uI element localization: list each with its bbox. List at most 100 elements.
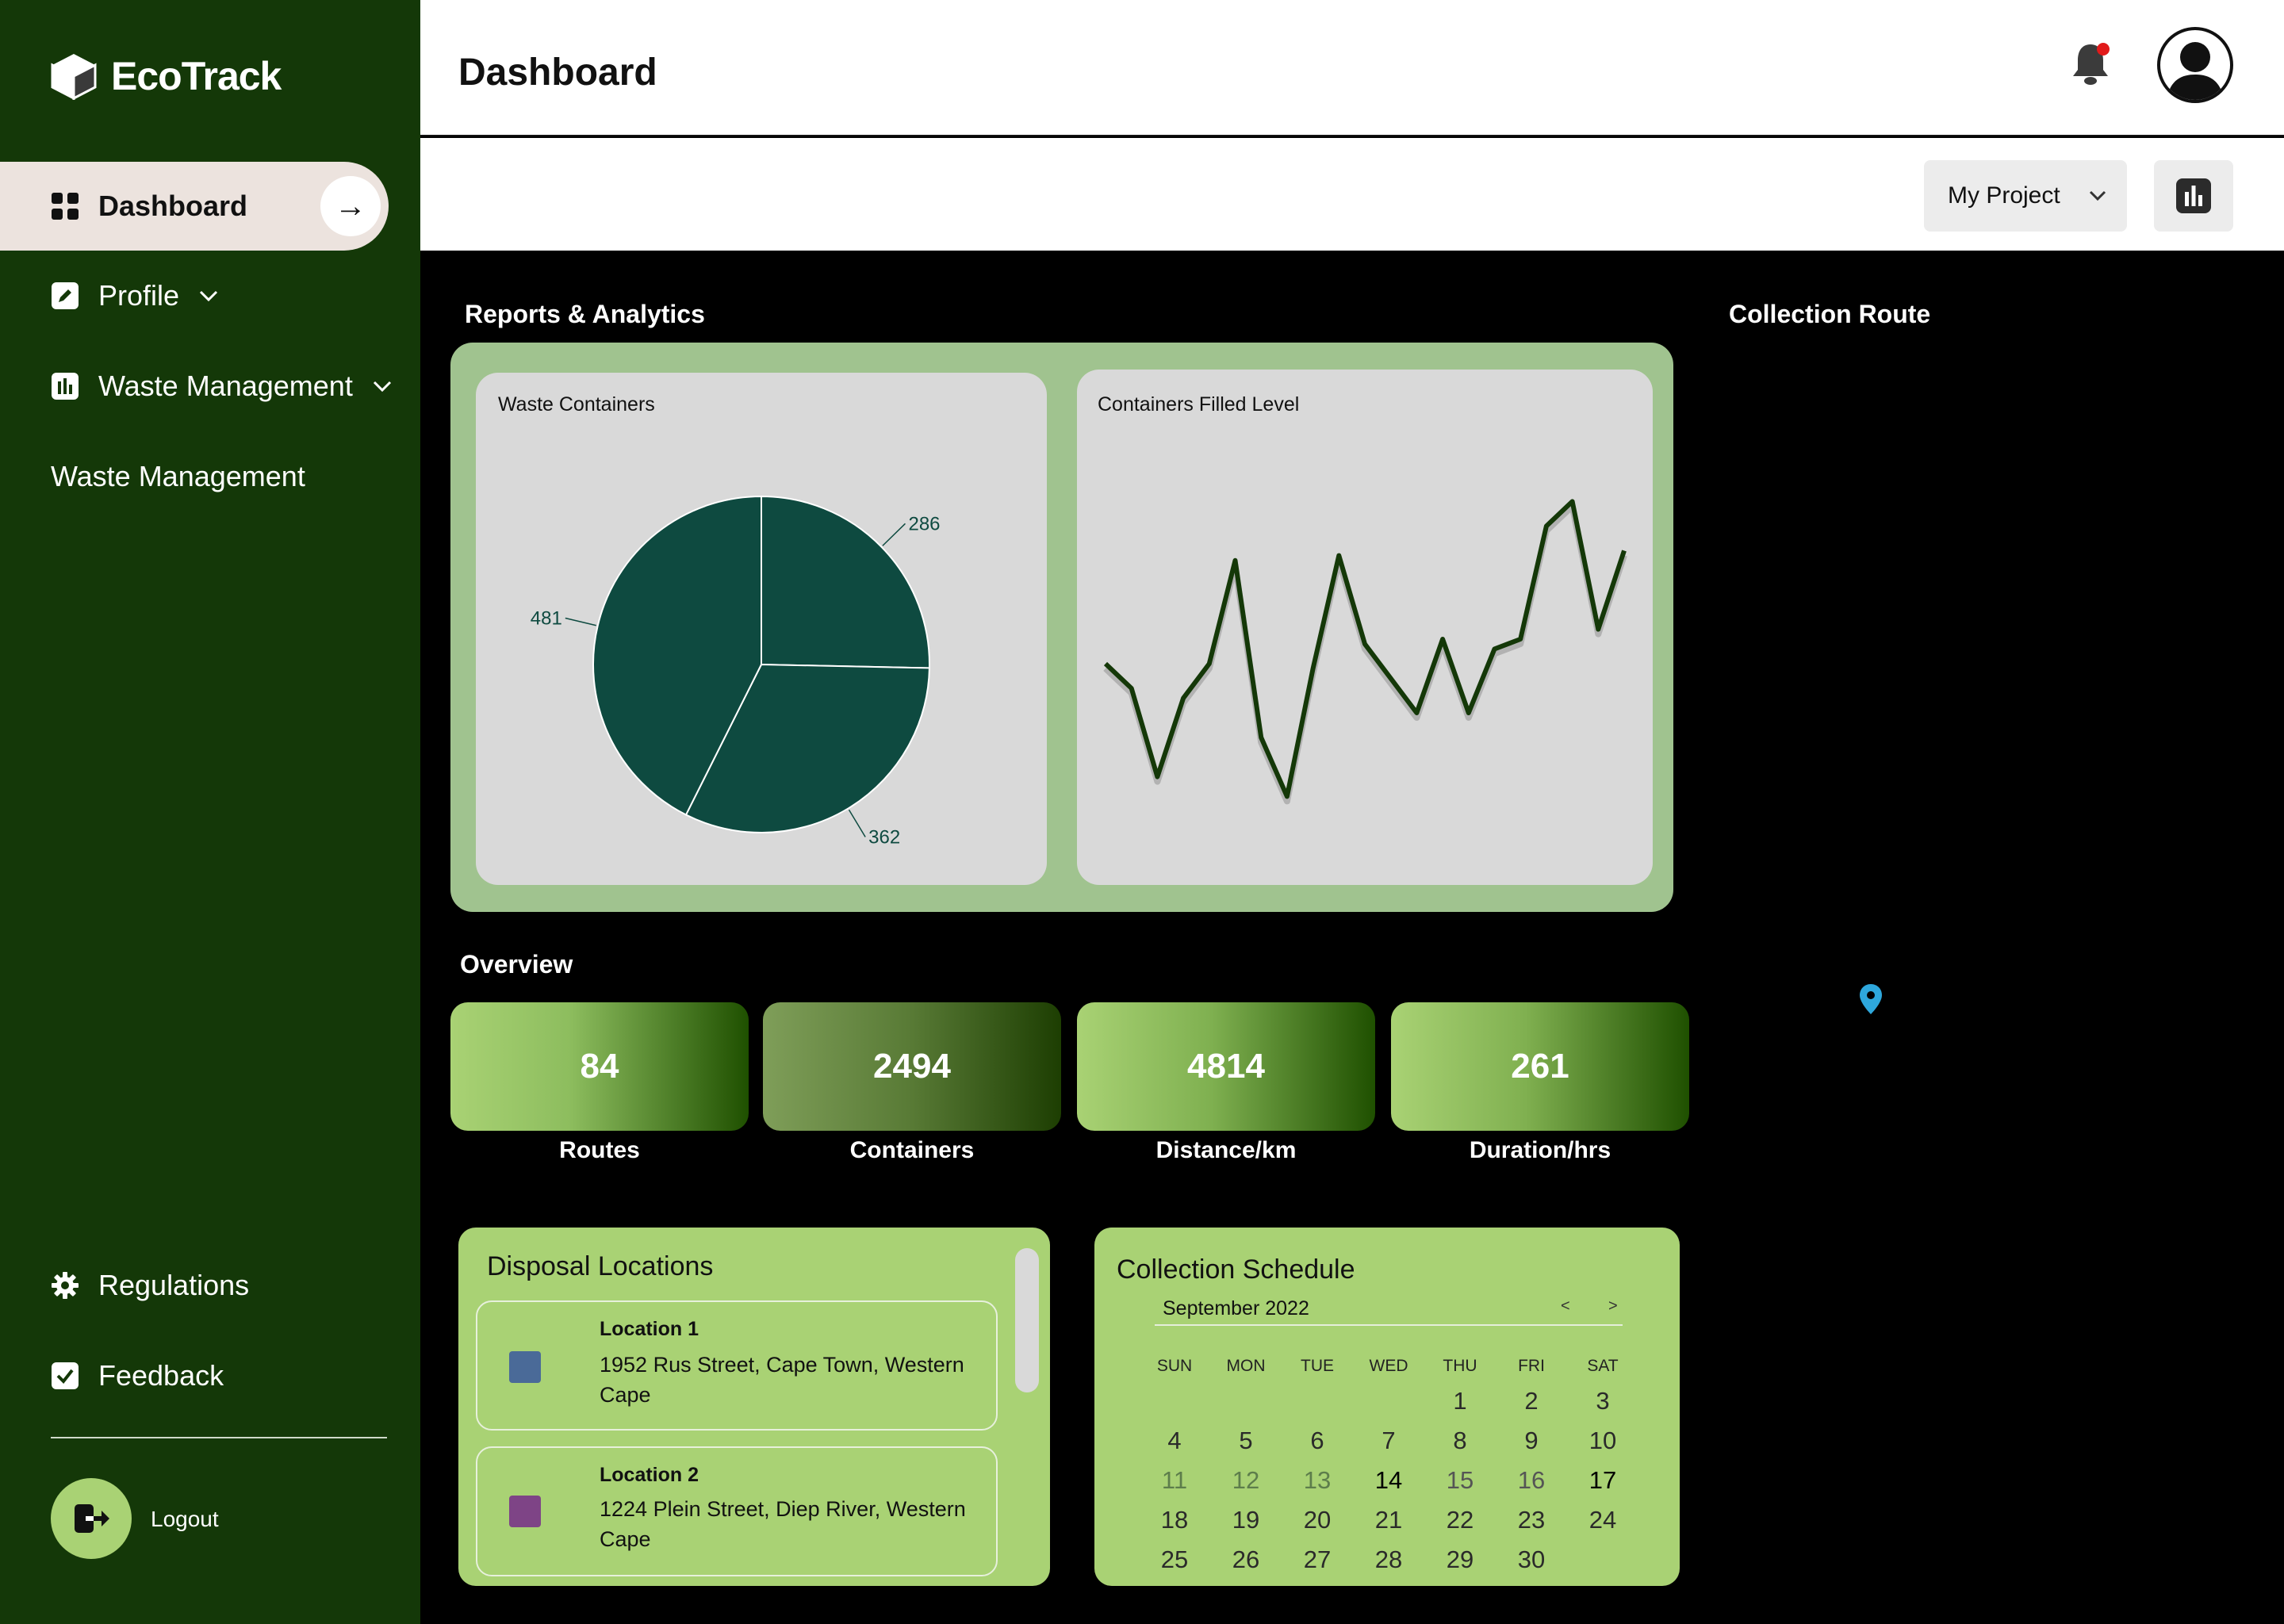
sidebar-item-label: Dashboard [98, 190, 248, 222]
sidebar-item-feedback[interactable]: Feedback [51, 1359, 224, 1392]
sidebar-item-label: Feedback [98, 1359, 224, 1392]
avatar[interactable] [2157, 27, 2233, 103]
reports-panel: Waste Containers 286 362 481 Containers Fi… [450, 343, 1673, 912]
calendar-day[interactable]: 12 [1210, 1466, 1282, 1495]
disposal-locations-panel: Disposal Locations Location 1 1952 Rus S… [458, 1228, 1050, 1586]
duration-tile[interactable]: 261 [1391, 1002, 1689, 1131]
cube-icon [51, 54, 97, 100]
chevron-down-icon[interactable] [198, 288, 219, 304]
analytics-button[interactable] [2154, 160, 2233, 232]
sidebar-item-profile[interactable]: Profile [51, 279, 219, 312]
reports-title: Reports & Analytics [465, 300, 705, 328]
routes-tile[interactable]: 84 [450, 1002, 749, 1131]
location-address: 1224 Plein Street, Diep River, Western C… [600, 1497, 966, 1551]
calendar-divider [1155, 1324, 1623, 1326]
calendar-day[interactable]: 7 [1353, 1427, 1424, 1455]
pie-label-leader [848, 809, 866, 837]
calendar-day[interactable]: 15 [1424, 1466, 1496, 1495]
logout-button[interactable] [51, 1478, 132, 1559]
location-card[interactable]: Location 2 1224 Plein Street, Diep River… [476, 1446, 998, 1576]
calendar-day[interactable]: 20 [1282, 1506, 1353, 1534]
calendar-week-row: 18 19 20 21 22 23 24 [1139, 1500, 1638, 1540]
containers-tile[interactable]: 2494 [763, 1002, 1061, 1131]
calendar-day[interactable]: 29 [1424, 1545, 1496, 1574]
chevron-down-icon[interactable] [372, 378, 393, 394]
sidebar-item-waste-management-sub[interactable]: Waste Management [51, 460, 305, 493]
pie-chart: 286 362 481 [531, 495, 941, 848]
sidebar-item-waste-management[interactable]: Waste Management [51, 370, 393, 403]
sidebar-item-label: Waste Management [98, 370, 353, 402]
pie-label-leader [565, 617, 596, 626]
distance-tile[interactable]: 4814 [1077, 1002, 1375, 1131]
calendar-day[interactable]: 10 [1567, 1427, 1638, 1455]
calendar-day[interactable]: 24 [1567, 1506, 1638, 1534]
calendar-day[interactable]: 9 [1496, 1427, 1567, 1455]
calendar-day[interactable]: 6 [1282, 1427, 1353, 1455]
calendar-day[interactable]: 4 [1139, 1427, 1210, 1455]
line-series-shadow [1103, 503, 1627, 805]
map-pin-icon[interactable] [1859, 983, 1883, 1015]
location-address: 1952 Rus Street, Cape Town, Western Cape [600, 1353, 964, 1407]
location-color-swatch [509, 1496, 541, 1527]
app-name: EcoTrack [111, 54, 282, 98]
calendar-month: September 2022 [1163, 1297, 1309, 1320]
calendar-day[interactable]: 30 [1496, 1545, 1567, 1574]
line-chart-card: Containers Filled Level [1077, 370, 1653, 885]
bell-icon[interactable] [2068, 40, 2113, 87]
calendar-day[interactable]: 2 [1496, 1387, 1567, 1415]
location-color-swatch [509, 1351, 541, 1383]
grid-icon [52, 193, 79, 220]
calendar-day[interactable]: 11 [1139, 1466, 1210, 1495]
calendar-day[interactable]: 16 [1496, 1466, 1567, 1495]
sidebar: EcoTrack Dashboard → Profile Waste Manag… [0, 0, 420, 1624]
calendar-day[interactable]: 8 [1424, 1427, 1496, 1455]
calendar-day[interactable]: 14 [1353, 1466, 1424, 1495]
calendar-day[interactable]: 21 [1353, 1506, 1424, 1534]
calendar-prev-button[interactable]: < [1561, 1297, 1570, 1316]
sidebar-item-label: Profile [98, 279, 180, 312]
project-select[interactable]: My Project [1924, 160, 2127, 232]
pie-label-leader [882, 523, 906, 546]
collection-route-title: Collection Route [1729, 300, 1931, 328]
calendar-day[interactable]: 18 [1139, 1506, 1210, 1534]
calendar-day[interactable]: 23 [1496, 1506, 1567, 1534]
check-icon [52, 1362, 79, 1389]
calendar-day[interactable]: 28 [1353, 1545, 1424, 1574]
collection-schedule-title: Collection Schedule [1117, 1254, 1355, 1285]
overview-title: Overview [460, 950, 573, 979]
collection-schedule-panel: Collection Schedule September 2022 < > S… [1094, 1228, 1680, 1586]
calendar-day[interactable]: 3 [1567, 1387, 1638, 1415]
calendar-day[interactable]: 5 [1210, 1427, 1282, 1455]
calendar-next-button[interactable]: > [1608, 1297, 1618, 1316]
calendar-day[interactable]: 26 [1210, 1545, 1282, 1574]
arrow-right-icon[interactable]: → [320, 176, 381, 236]
location-card[interactable]: Location 1 1952 Rus Street, Cape Town, W… [476, 1300, 998, 1431]
sidebar-item-label: Regulations [98, 1269, 250, 1301]
pie-chart-card: Waste Containers 286 362 481 [476, 373, 1047, 885]
calendar-week-row: 11 12 13 14 15 16 17 [1139, 1461, 1638, 1500]
calendar-day[interactable]: 27 [1282, 1545, 1353, 1574]
distance-value: 4814 [1187, 1047, 1265, 1086]
location-name: Location 2 [600, 1464, 699, 1486]
calendar-day[interactable]: 17 [1567, 1466, 1638, 1495]
sidebar-item-regulations[interactable]: Regulations [51, 1269, 249, 1302]
bar-chart-icon [2176, 178, 2211, 213]
calendar-day[interactable]: 19 [1210, 1506, 1282, 1534]
pie-slice[interactable] [761, 495, 930, 669]
top-header: Dashboard [420, 0, 2284, 136]
sidebar-item-dashboard[interactable]: Dashboard → [0, 162, 389, 251]
calendar-day[interactable]: 25 [1139, 1545, 1210, 1574]
location-name: Location 1 [600, 1318, 699, 1340]
calendar-weekday: FRI [1518, 1357, 1545, 1375]
sidebar-divider [51, 1437, 387, 1438]
calendar-day[interactable]: 1 [1424, 1387, 1496, 1415]
calendar-weekday: THU [1443, 1357, 1477, 1375]
sidebar-item-label: Waste Management [51, 460, 305, 492]
user-icon [2167, 42, 2224, 100]
logout-label[interactable]: Logout [151, 1507, 219, 1532]
app-logo[interactable]: EcoTrack [51, 52, 282, 100]
calendar-week-row: 25 26 27 28 29 30 [1139, 1540, 1638, 1580]
scrollbar[interactable] [1015, 1248, 1039, 1392]
calendar-day[interactable]: 22 [1424, 1506, 1496, 1534]
calendar-day[interactable]: 13 [1282, 1466, 1353, 1495]
